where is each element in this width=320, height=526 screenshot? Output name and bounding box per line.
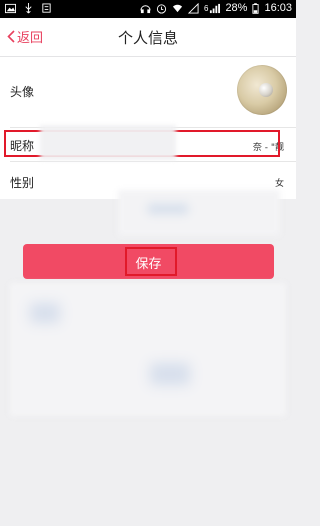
avatar[interactable] [237, 65, 287, 115]
wifi-icon [172, 4, 183, 12]
battery-percent: 28% [225, 2, 248, 14]
usb-debug-icon [42, 3, 51, 13]
nav-bar: 返回 个人信息 [0, 18, 296, 57]
battery-icon [252, 2, 260, 14]
avatar-row[interactable]: 头像 [0, 57, 296, 127]
clock: 16:03 [264, 2, 292, 14]
status-bar: 6 28% 16:03 [0, 0, 296, 18]
avatar-water-drop [259, 83, 273, 97]
gender-value: 女 [274, 179, 284, 189]
signal-strength-icon [210, 3, 221, 13]
page-title: 个人信息 [117, 29, 178, 47]
blur-overlay [118, 190, 280, 236]
gender-label: 性别 [10, 176, 35, 190]
alarm-icon [156, 3, 167, 14]
image-notification-icon [5, 3, 16, 14]
no-sim-icon [187, 2, 199, 14]
blur-overlay [40, 125, 176, 160]
blur-overlay [10, 283, 286, 416]
headphones-icon [140, 4, 151, 13]
avatar-label: 头像 [10, 85, 35, 99]
usb-icon [25, 3, 32, 14]
signal-indicator: 6 [203, 3, 209, 13]
save-highlight [125, 247, 177, 276]
